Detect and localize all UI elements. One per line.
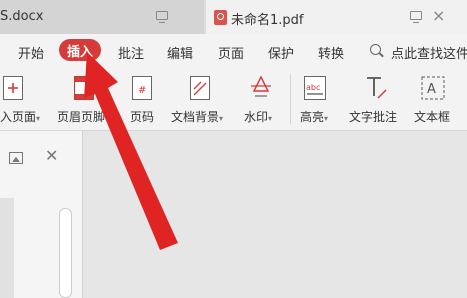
header-footer-icon	[74, 76, 94, 100]
document-background-icon	[190, 76, 210, 100]
menu-start[interactable]: 开始	[18, 43, 44, 62]
document-background-button[interactable]: 文档背景▾	[168, 68, 230, 130]
menu-insert[interactable]: 插入	[59, 39, 101, 61]
page-thumbnail[interactable]	[0, 198, 14, 298]
svg-text:abc: abc	[306, 83, 320, 92]
text-box-label: 文本框	[414, 110, 451, 124]
tab-pdf[interactable]: 未命名1.pdf ×	[206, 0, 467, 34]
menu-page[interactable]: 页面	[218, 43, 244, 62]
page-number-icon: #	[132, 76, 152, 100]
highlight-icon: abc	[304, 76, 326, 100]
watermark-label: 水印	[244, 110, 269, 124]
watermark-icon	[251, 75, 271, 97]
page-number-label: 页码	[130, 110, 155, 124]
tab-docx[interactable]: S.docx	[0, 0, 204, 34]
svg-text:A: A	[427, 82, 436, 97]
insert-page-icon	[3, 76, 23, 100]
text-annotation-icon	[367, 77, 387, 99]
highlight-label: 高亮	[300, 110, 325, 124]
dropdown-caret-icon: ▾	[324, 114, 329, 123]
header-footer-button[interactable]: 页眉页脚	[53, 68, 106, 130]
search-label[interactable]: 点此查找这件	[391, 43, 467, 62]
text-box-button[interactable]: A 文本框	[410, 68, 460, 130]
search-icon[interactable]	[370, 44, 381, 55]
page-number-button[interactable]: # 页码	[118, 68, 158, 130]
insert-page-button[interactable]: 入页面▾	[0, 68, 48, 130]
pdf-file-icon	[214, 10, 227, 25]
text-annotation-button[interactable]: 文字批注	[346, 68, 404, 130]
text-box-icon: A	[421, 76, 445, 100]
dropdown-caret-icon: ▾	[36, 114, 41, 123]
close-tab-icon[interactable]: ×	[432, 6, 445, 26]
tab-pdf-label: 未命名1.pdf	[231, 13, 304, 28]
ribbon-menu: 开始 插入 批注 编辑 页面 保护 转换 点此查找这件	[0, 34, 467, 68]
menu-protect[interactable]: 保护	[268, 43, 294, 62]
insert-toolbar: 入页面▾ 页眉页脚 # 页码 文档背景▾ 水印▾ abc 高亮▾ 文字批注 A …	[0, 68, 467, 131]
image-icon[interactable]	[9, 152, 23, 164]
menu-insert-label: 插入	[66, 44, 93, 60]
monitor-icon[interactable]	[156, 11, 168, 23]
monitor-icon[interactable]	[410, 11, 422, 23]
svg-text:#: #	[138, 85, 146, 96]
document-background-label: 文档背景	[171, 110, 220, 124]
toolbar-separator	[290, 74, 291, 124]
text-annotation-label: 文字批注	[349, 110, 398, 124]
highlight-button[interactable]: abc 高亮▾	[296, 68, 338, 130]
watermark-button[interactable]: 水印▾	[240, 68, 282, 130]
menu-annotate[interactable]: 批注	[118, 43, 144, 62]
dropdown-caret-icon: ▾	[219, 114, 224, 123]
panel-scrollbar[interactable]	[59, 208, 72, 298]
close-icon[interactable]: ✕	[45, 146, 58, 165]
dropdown-caret-icon: ▾	[268, 114, 273, 123]
menu-edit[interactable]: 编辑	[167, 43, 193, 62]
menu-convert[interactable]: 转换	[318, 43, 344, 62]
insert-page-label: 入页面	[0, 110, 37, 124]
tab-docx-label: S.docx	[0, 9, 44, 24]
tab-bar: S.docx 未命名1.pdf ×	[0, 0, 467, 34]
header-footer-label: 页眉页脚	[57, 110, 106, 124]
